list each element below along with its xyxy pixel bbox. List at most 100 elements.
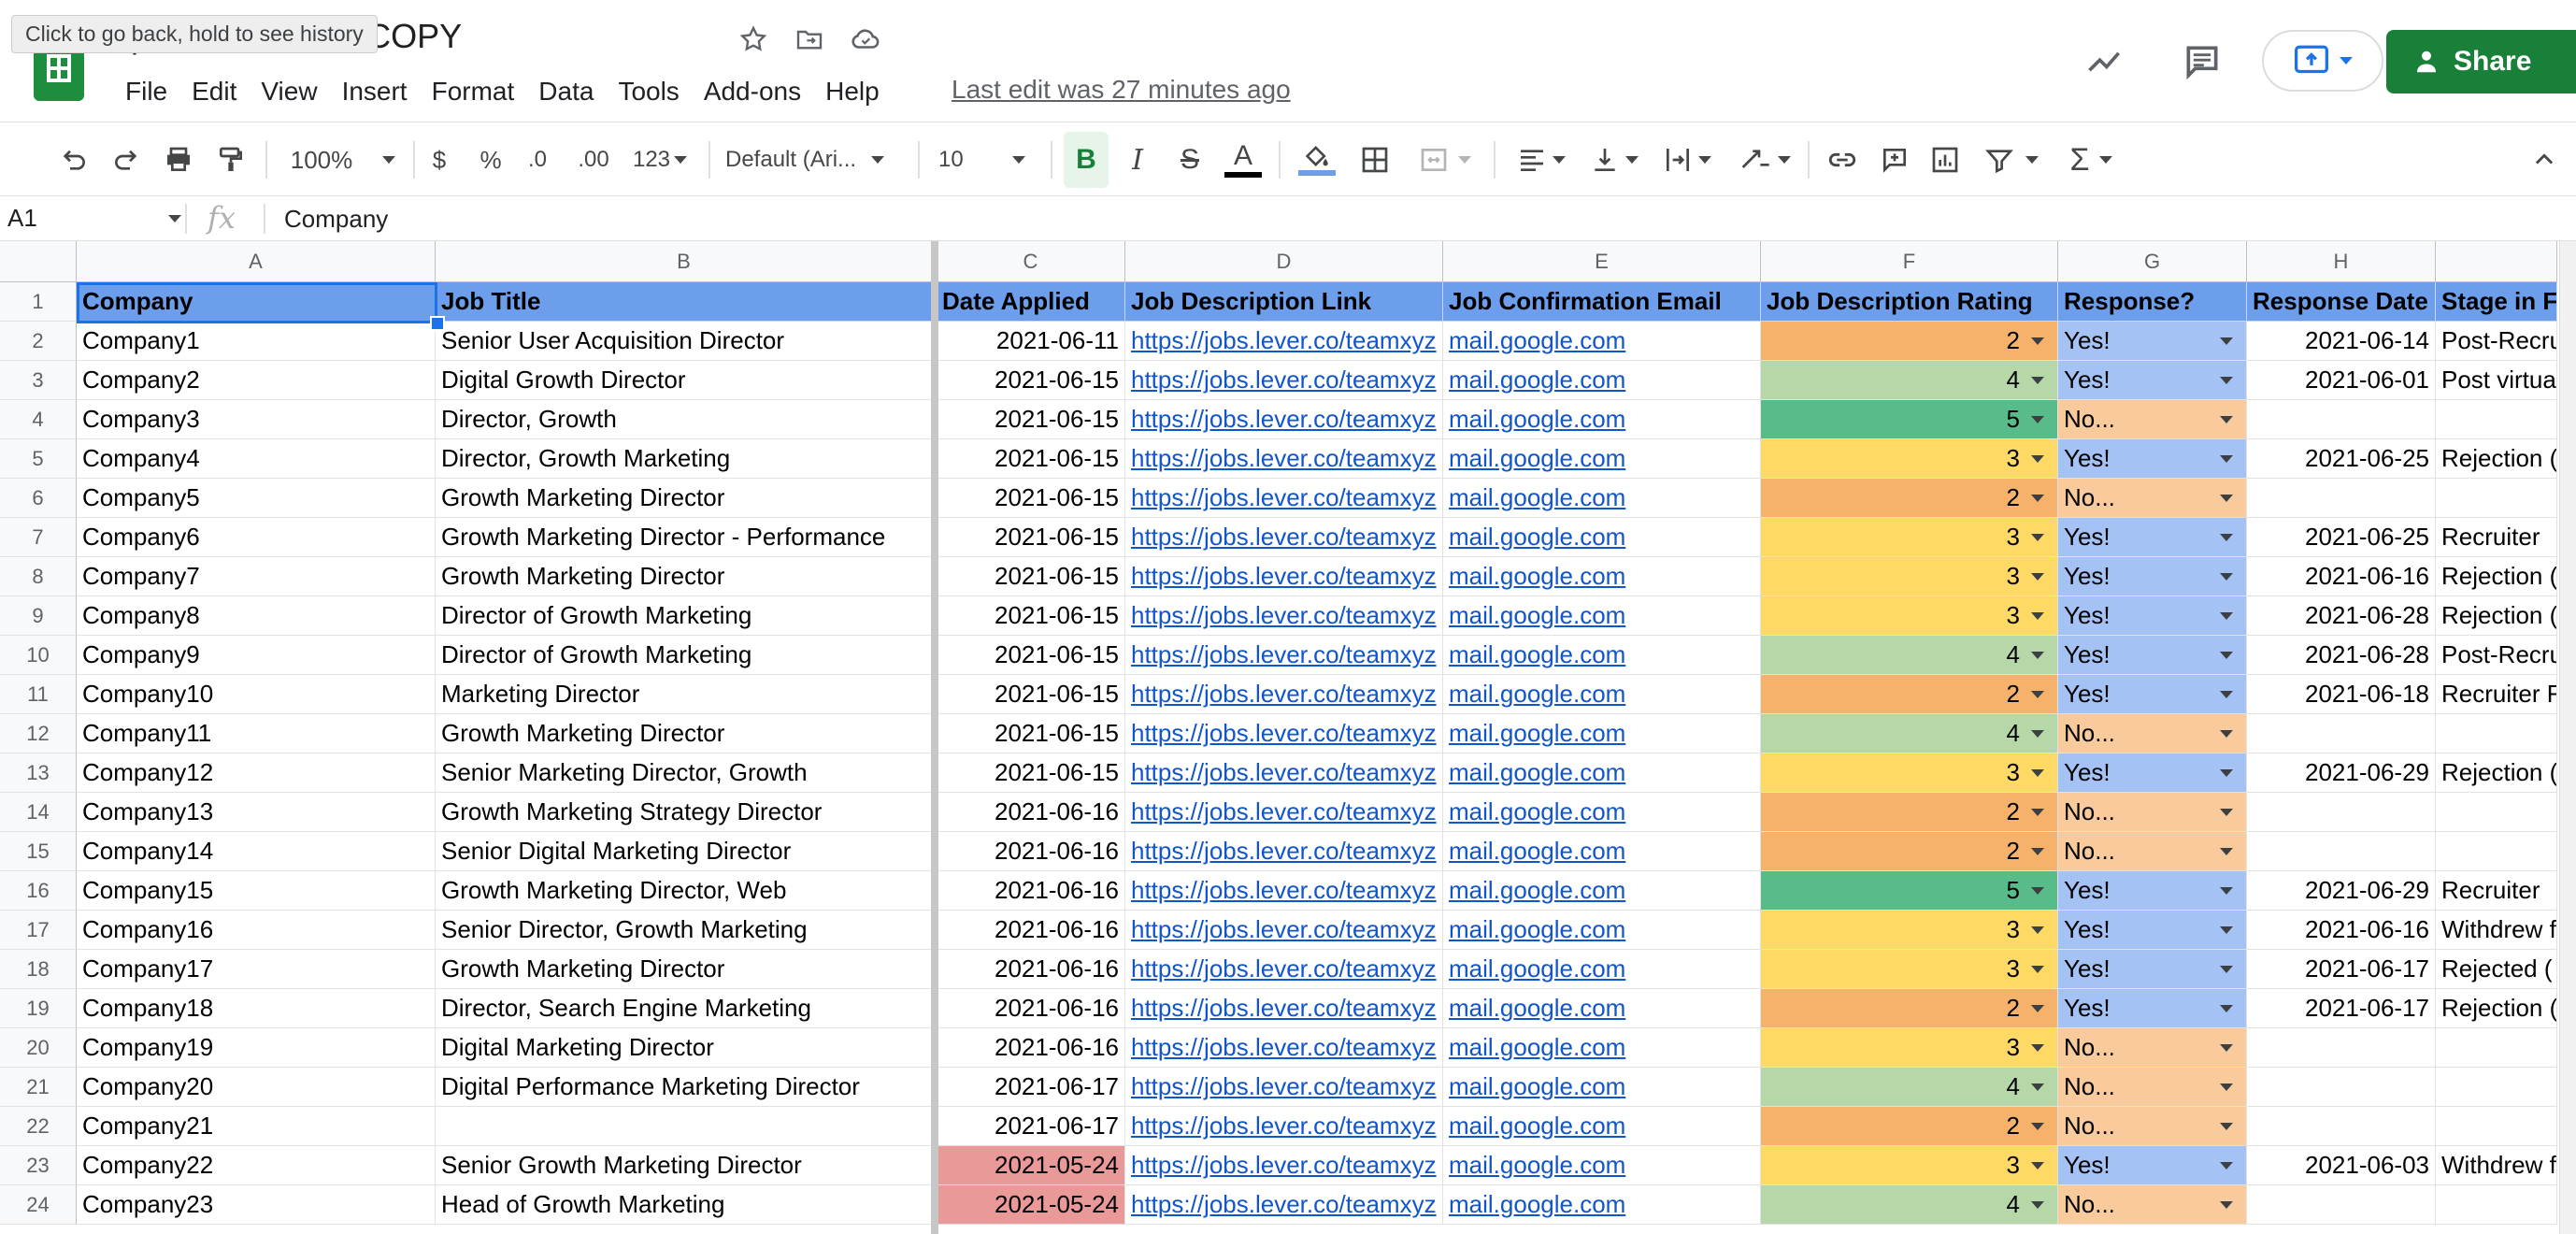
cell-date-applied[interactable]: 2021-06-11 [937, 322, 1125, 361]
row-header[interactable]: 20 [0, 1028, 77, 1068]
cell-job-confirmation-email[interactable]: mail.google.com [1443, 675, 1761, 714]
cell-response-date[interactable]: 2021-06-17 [2247, 989, 2436, 1028]
cell-response-date[interactable]: 2021-06-28 [2247, 596, 2436, 636]
column-header[interactable]: E [1443, 241, 1761, 282]
row-header[interactable]: 3 [0, 361, 77, 400]
cell-job-description-rating[interactable]: 2 [1761, 675, 2058, 714]
cell-response[interactable]: Yes! [2058, 1146, 2247, 1185]
cell-job-confirmation-email[interactable]: mail.google.com [1443, 1028, 1761, 1068]
cell-job-title[interactable]: Director, Growth Marketing [436, 439, 937, 479]
cell-response[interactable]: Yes! [2058, 518, 2247, 557]
cell-job-confirmation-email[interactable]: mail.google.com [1443, 793, 1761, 832]
cell-job-description-link[interactable]: https://jobs.lever.co/teamxyz [1125, 675, 1443, 714]
dropdown-arrow-icon[interactable] [2220, 691, 2233, 698]
row-header[interactable]: 12 [0, 714, 77, 753]
cell-company[interactable]: Company7 [77, 557, 436, 596]
dropdown-arrow-icon[interactable] [2220, 534, 2233, 541]
italic-button[interactable]: I [1116, 132, 1159, 188]
cell-job-description-rating[interactable]: 3 [1761, 950, 2058, 989]
row-header[interactable]: 9 [0, 596, 77, 636]
row-header[interactable]: 16 [0, 871, 77, 911]
borders-icon[interactable] [1353, 132, 1396, 188]
cell-job-description-link[interactable]: https://jobs.lever.co/teamxyz [1125, 871, 1443, 911]
cell-job-description-rating[interactable]: 4 [1761, 636, 2058, 675]
row-header[interactable]: 17 [0, 911, 77, 950]
cell-response-date[interactable]: 2021-06-16 [2247, 911, 2436, 950]
cell-job-title[interactable]: Growth Marketing Director, Web [436, 871, 937, 911]
fill-color-icon[interactable] [1295, 132, 1338, 188]
cell-response-date[interactable]: 2021-06-25 [2247, 518, 2436, 557]
undo-icon[interactable] [52, 132, 95, 188]
cell-job-description-link[interactable]: https://jobs.lever.co/teamxyz [1125, 1107, 1443, 1146]
activity-trend-icon[interactable] [2081, 37, 2129, 86]
menu-format[interactable]: Format [432, 77, 515, 107]
cell-job-confirmation-email[interactable]: mail.google.com [1443, 1185, 1761, 1225]
cell-response[interactable]: No... [2058, 1068, 2247, 1107]
dropdown-arrow-icon[interactable] [2031, 809, 2044, 816]
cell-stage[interactable]: Rejection ( [2436, 439, 2557, 479]
cell-company[interactable]: Company10 [77, 675, 436, 714]
header-cell-job-description-link[interactable]: Job Description Link [1125, 282, 1443, 322]
dropdown-arrow-icon[interactable] [2220, 769, 2233, 777]
dropdown-arrow-icon[interactable] [2031, 1005, 2044, 1012]
cell-job-title[interactable]: Head of Growth Marketing [436, 1185, 937, 1225]
cell-job-description-rating[interactable]: 2 [1761, 479, 2058, 518]
cell-job-description-rating[interactable]: 4 [1761, 714, 2058, 753]
fill-handle[interactable] [430, 316, 445, 331]
cell-company[interactable]: Company4 [77, 439, 436, 479]
merge-cells-icon[interactable] [1408, 132, 1482, 188]
cell-response-date[interactable]: 2021-06-25 [2247, 439, 2436, 479]
cell-job-title[interactable]: Director, Search Engine Marketing [436, 989, 937, 1028]
freeze-column-divider[interactable] [931, 241, 938, 1234]
cell-job-title[interactable]: Director, Growth [436, 400, 937, 439]
dropdown-arrow-icon[interactable] [2031, 887, 2044, 895]
cell-company[interactable]: Company17 [77, 950, 436, 989]
cell-date-applied[interactable]: 2021-06-15 [937, 714, 1125, 753]
cell-response-date[interactable] [2247, 479, 2436, 518]
cell-job-description-link[interactable]: https://jobs.lever.co/teamxyz [1125, 596, 1443, 636]
column-header[interactable]: B [436, 241, 933, 282]
cell-response[interactable]: Yes! [2058, 911, 2247, 950]
cell-stage[interactable] [2436, 1185, 2557, 1225]
cell-stage[interactable]: Rejection ( [2436, 753, 2557, 793]
column-header[interactable]: F [1761, 241, 2058, 282]
row-header[interactable]: 2 [0, 322, 77, 361]
cell-date-applied[interactable]: 2021-06-15 [937, 400, 1125, 439]
dropdown-arrow-icon[interactable] [2220, 573, 2233, 581]
cell-response-date[interactable] [2247, 1107, 2436, 1146]
cell-job-confirmation-email[interactable]: mail.google.com [1443, 714, 1761, 753]
cell-company[interactable]: Company3 [77, 400, 436, 439]
header-cell-response-date[interactable]: Response Date [2247, 282, 2436, 322]
dropdown-arrow-icon[interactable] [2220, 1123, 2233, 1130]
cell-job-description-link[interactable]: https://jobs.lever.co/teamxyz [1125, 439, 1443, 479]
cell-job-confirmation-email[interactable]: mail.google.com [1443, 596, 1761, 636]
cell-company[interactable]: Company23 [77, 1185, 436, 1225]
dropdown-arrow-icon[interactable] [2031, 377, 2044, 384]
cell-job-confirmation-email[interactable]: mail.google.com [1443, 479, 1761, 518]
cell-job-description-link[interactable]: https://jobs.lever.co/teamxyz [1125, 636, 1443, 675]
more-formats-select[interactable]: 123 [624, 132, 695, 188]
cell-stage[interactable]: Rejection ( [2436, 557, 2557, 596]
menu-data[interactable]: Data [538, 77, 594, 107]
cell-job-title[interactable]: Marketing Director [436, 675, 937, 714]
cell-job-title[interactable]: Growth Marketing Director [436, 714, 937, 753]
cell-job-description-link[interactable]: https://jobs.lever.co/teamxyz [1125, 793, 1443, 832]
cell-job-description-rating[interactable]: 3 [1761, 911, 2058, 950]
cell-job-description-rating[interactable]: 4 [1761, 1068, 2058, 1107]
row-header[interactable]: 8 [0, 557, 77, 596]
star-icon[interactable] [735, 21, 772, 58]
cell-job-description-link[interactable]: https://jobs.lever.co/teamxyz [1125, 1068, 1443, 1107]
cell-job-confirmation-email[interactable]: mail.google.com [1443, 518, 1761, 557]
cell-stage[interactable]: Post virtua [2436, 361, 2557, 400]
cell-stage[interactable] [2436, 832, 2557, 871]
font-family-select[interactable]: Default (Ari... [725, 132, 907, 188]
cell-job-description-rating[interactable]: 3 [1761, 439, 2058, 479]
cell-job-title[interactable] [436, 1107, 937, 1146]
header-cell-job-description-rating[interactable]: Job Description Rating [1761, 282, 2058, 322]
row-header[interactable]: 4 [0, 400, 77, 439]
dropdown-arrow-icon[interactable] [2031, 1083, 2044, 1091]
dropdown-arrow-icon[interactable] [2220, 612, 2233, 620]
cell-company[interactable]: Company19 [77, 1028, 436, 1068]
cell-response-date[interactable]: 2021-06-28 [2247, 636, 2436, 675]
cell-response-date[interactable] [2247, 1185, 2436, 1225]
